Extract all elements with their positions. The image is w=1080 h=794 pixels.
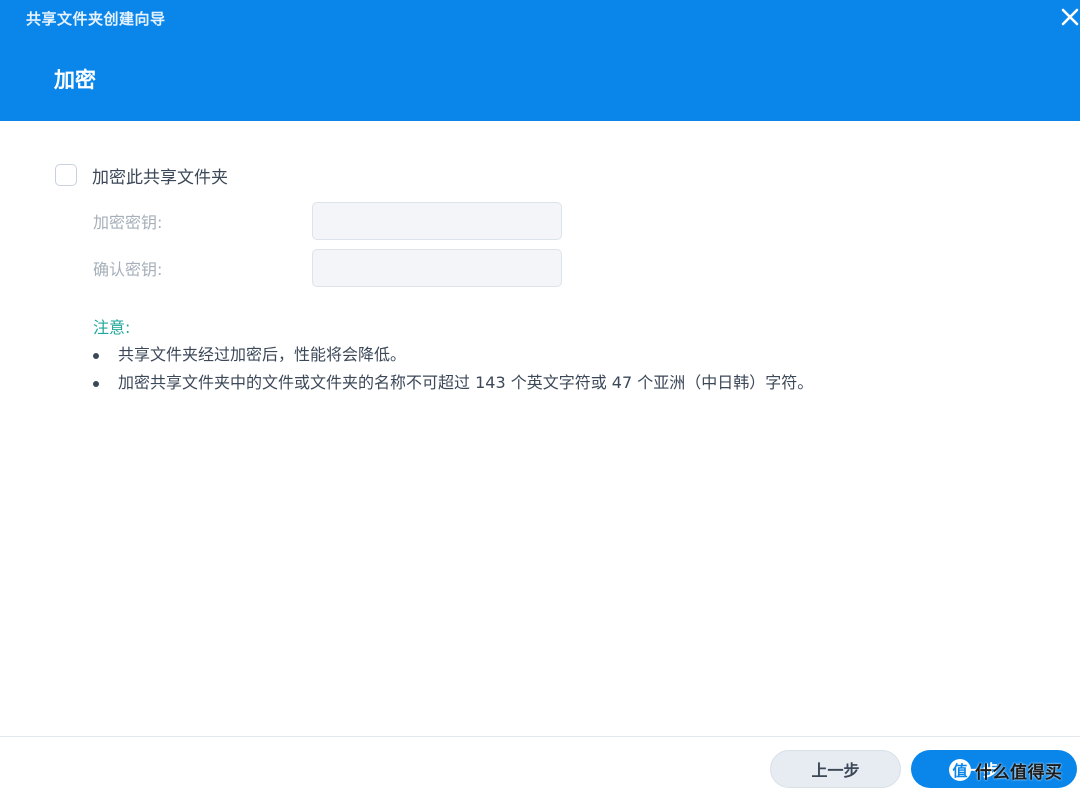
bullet-icon [93,353,99,359]
confirm-key-input[interactable] [312,249,562,287]
wizard-content: 加密此共享文件夹 加密密钥: 确认密钥: 注意: 共享文件夹经过加密后，性能将会… [0,121,1080,736]
encryption-key-label: 加密密钥: [93,213,163,232]
encrypt-folder-option[interactable]: 加密此共享文件夹 [55,162,228,188]
bullet-icon [93,381,99,387]
note-text: 共享文件夹经过加密后，性能将会降低。 [118,345,407,364]
encryption-key-input[interactable] [312,202,562,240]
encrypt-folder-checkbox[interactable] [55,164,77,186]
note-text: 加密共享文件夹中的文件或文件夹的名称不可超过 143 个英文字符或 47 个亚洲… [118,373,814,392]
next-button[interactable]: 下一步 [911,750,1077,788]
note-list: 共享文件夹经过加密后，性能将会降低。 加密共享文件夹中的文件或文件夹的名称不可超… [93,341,813,397]
previous-button[interactable]: 上一步 [770,750,901,788]
close-icon [1058,4,1080,28]
window-title: 共享文件夹创建向导 [26,10,166,28]
encryption-key-row: 加密密钥: [93,202,562,240]
list-item: 加密共享文件夹中的文件或文件夹的名称不可超过 143 个英文字符或 47 个亚洲… [93,369,813,397]
shared-folder-wizard-window: 共享文件夹创建向导 加密 加密此共享文件夹 加密密钥: 确认密钥: 注意: 共享… [0,0,1080,794]
close-button[interactable] [1058,4,1080,28]
step-title: 加密 [54,68,96,92]
list-item: 共享文件夹经过加密后，性能将会降低。 [93,341,813,369]
wizard-header: 共享文件夹创建向导 加密 [0,0,1080,121]
footer-divider [0,736,1080,737]
note-title: 注意: [93,318,131,337]
confirm-key-row: 确认密钥: [93,249,562,287]
encrypt-folder-label: 加密此共享文件夹 [92,167,228,188]
confirm-key-label: 确认密钥: [93,260,163,279]
